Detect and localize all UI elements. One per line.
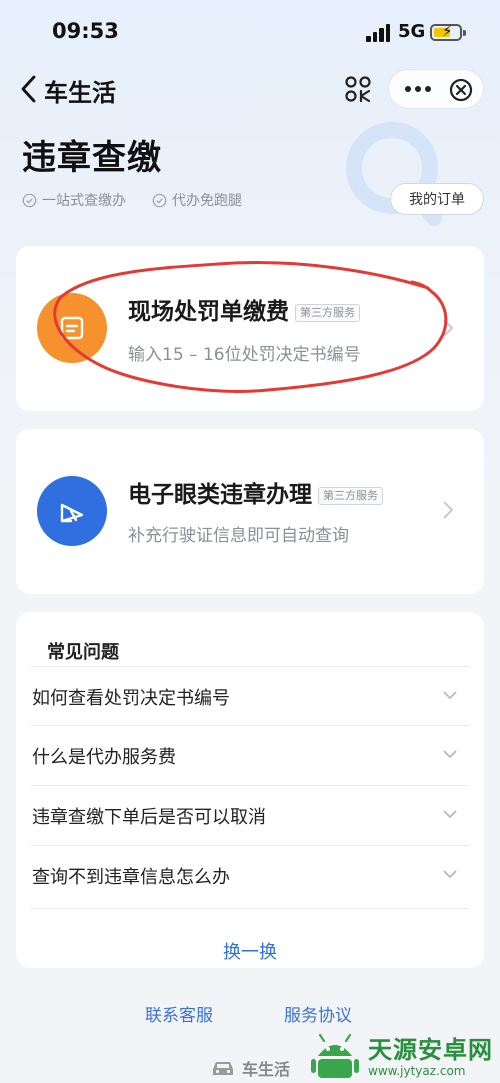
faq-item[interactable]: 查询不到违章信息怎么办 <box>31 845 469 909</box>
android-logo-icon <box>311 1033 359 1078</box>
faq-question: 什么是代办服务费 <box>32 747 176 768</box>
status-bar: 09:53 5G ⚡ <box>0 0 500 66</box>
chevron-down-icon <box>443 870 457 879</box>
mini-program-capsule <box>388 69 484 109</box>
third-party-badge: 第三方服务 <box>318 486 383 505</box>
chevron-down-icon <box>443 750 457 759</box>
watermark-name: 天源安卓网 <box>368 1035 493 1064</box>
faq-item[interactable]: 什么是代办服务费 <box>31 725 469 785</box>
service-card-onsite-ticket[interactable]: 现场处罚单缴费 第三方服务 输入15 – 16位处罚决定书编号 <box>16 246 484 411</box>
service-subtitle: 输入15 – 16位处罚决定书编号 <box>128 345 361 365</box>
close-icon[interactable] <box>449 78 473 102</box>
feature-tag-2-label: 代办免跑腿 <box>172 193 242 209</box>
watermark: 天源安卓网 www.jytyaz.com <box>308 1030 500 1083</box>
more-icon[interactable] <box>403 80 433 98</box>
service-card-camera-violation[interactable]: 电子眼类违章办理 第三方服务 补充行驶证信息即可自动查询 <box>16 429 484 594</box>
chevron-right-icon <box>443 319 454 337</box>
service-title: 电子眼类违章办理 第三方服务 <box>128 475 383 509</box>
faq-question: 查询不到违章信息怎么办 <box>32 867 230 888</box>
feature-tag-1: 一站式查缴办 <box>22 190 126 210</box>
scan-icon[interactable] <box>339 70 377 108</box>
camera-icon <box>37 476 107 546</box>
check-circle-icon <box>152 193 167 207</box>
battery-tip <box>463 30 466 36</box>
third-party-badge: 第三方服务 <box>295 303 360 322</box>
service-title-text: 现场处罚单缴费 <box>128 299 289 325</box>
chevron-down-icon <box>443 810 457 819</box>
feature-tag-1-label: 一站式查缴办 <box>42 193 126 209</box>
service-subtitle: 补充行驶证信息即可自动查询 <box>128 526 349 546</box>
refresh-faq-button[interactable]: 换一换 <box>16 938 484 964</box>
car-icon <box>213 1062 233 1075</box>
document-icon <box>37 293 107 363</box>
faq-item[interactable]: 如何查看处罚决定书编号 <box>31 666 469 726</box>
chevron-right-icon <box>443 501 454 519</box>
network-label: 5G <box>398 21 426 42</box>
watermark-text: 天源安卓网 www.jytyaz.com <box>368 1036 493 1078</box>
chevron-down-icon <box>443 691 457 700</box>
footer-brand: 车生活 <box>210 1056 290 1080</box>
battery-icon: ⚡ <box>430 23 462 41</box>
feature-tag-2: 代办免跑腿 <box>152 190 242 210</box>
faq-question: 如何查看处罚决定书编号 <box>32 688 230 709</box>
nav-title: 车生活 <box>44 79 116 107</box>
faq-title: 常见问题 <box>47 642 119 663</box>
faq-question: 违章查缴下单后是否可以取消 <box>32 807 266 828</box>
check-circle-icon <box>22 193 37 207</box>
faq-item[interactable]: 违章查缴下单后是否可以取消 <box>31 785 469 845</box>
signal-icon <box>366 24 392 42</box>
service-agreement-link[interactable]: 服务协议 <box>284 1001 352 1026</box>
footer-brand-label: 车生活 <box>242 1060 291 1079</box>
watermark-url: www.jytyaz.com <box>368 1063 466 1078</box>
status-time: 09:53 <box>52 19 119 43</box>
page-title: 违章查缴 <box>22 138 162 178</box>
faq-card: 常见问题 如何查看处罚决定书编号 什么是代办服务费 违章查缴下单后是否可以取消 … <box>16 612 484 968</box>
service-title: 现场处罚单缴费 第三方服务 <box>128 292 360 326</box>
my-orders-button[interactable]: 我的订单 <box>390 183 484 215</box>
back-chevron-icon[interactable] <box>18 72 40 106</box>
service-title-text: 电子眼类违章办理 <box>128 482 312 508</box>
contact-service-link[interactable]: 联系客服 <box>145 1001 213 1026</box>
